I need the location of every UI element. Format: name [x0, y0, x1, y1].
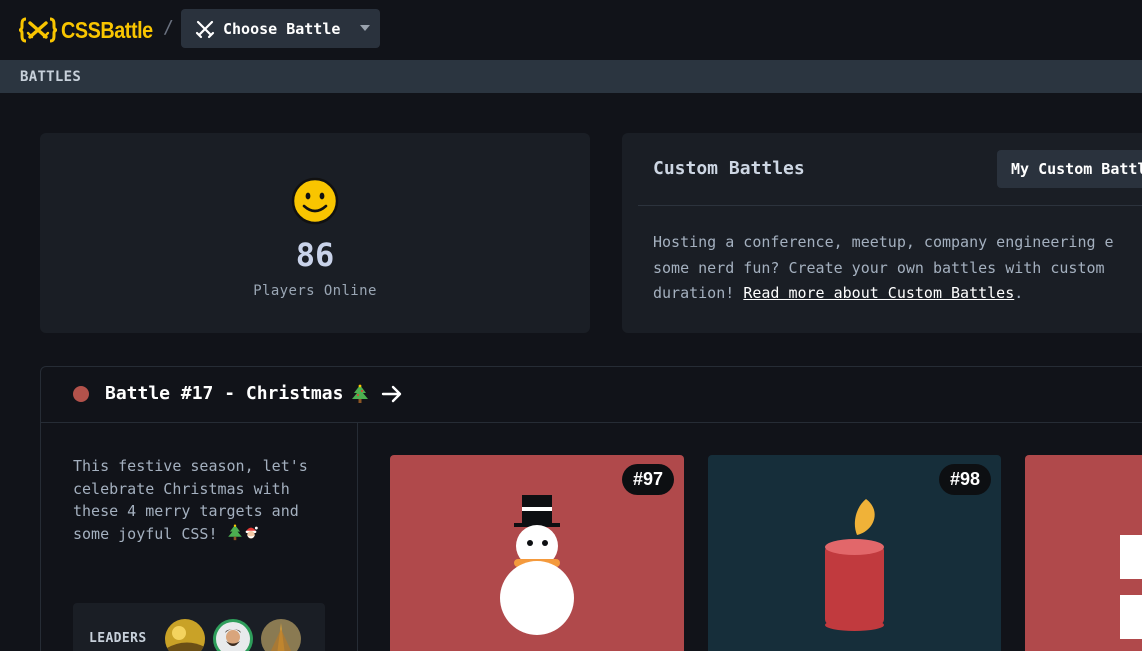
- players-online-count: 86: [295, 236, 335, 274]
- battle-title-link[interactable]: Battle #17 - Christmas: [105, 383, 403, 404]
- divider: [638, 205, 1142, 206]
- smiley-face-icon: [291, 177, 339, 225]
- arrow-right-icon: [382, 385, 402, 402]
- leaders-label: LEADERS: [89, 631, 147, 646]
- avatar[interactable]: [213, 619, 253, 651]
- christmas-tree-icon: [352, 384, 369, 403]
- target-card[interactable]: #97: [390, 455, 684, 651]
- avatar-image: [261, 619, 301, 651]
- section-title: BATTLES: [20, 68, 82, 85]
- avatar[interactable]: [165, 619, 205, 651]
- battle-description-text: This festive season, let's celebrate Chr…: [73, 457, 308, 543]
- target-card[interactable]: #98: [708, 455, 1001, 651]
- christmas-tree-icon: [227, 524, 242, 540]
- players-online-card: [40, 133, 590, 333]
- custom-desc-line-1: Hosting a conference, meetup, company en…: [653, 233, 1114, 251]
- breadcrumb-separator: /: [163, 17, 174, 38]
- logo-text: CSSBattle: [61, 16, 153, 43]
- divider: [41, 422, 1142, 423]
- chevron-down-icon: [360, 25, 370, 31]
- battle-title: Battle #17 - Christmas: [105, 383, 344, 404]
- crossed-swords-icon: [195, 20, 215, 38]
- choose-battle-label: Choose Battle: [223, 19, 341, 38]
- custom-battles-title: Custom Battles: [653, 158, 805, 179]
- target-number-badge: #97: [621, 464, 674, 495]
- avatar[interactable]: [261, 619, 301, 651]
- custom-desc-line-2: some nerd fun? Create your own battles w…: [653, 258, 1105, 277]
- avatar-image: [165, 619, 205, 651]
- santa-icon: [245, 526, 258, 538]
- custom-desc-suffix: .: [1014, 284, 1024, 302]
- battle-description: This festive season, let's celebrate Chr…: [73, 455, 343, 545]
- avatar-image: [213, 619, 253, 651]
- my-custom-battles-button[interactable]: My Custom Battles: [997, 150, 1142, 188]
- custom-desc-prefix: duration!: [653, 284, 744, 302]
- custom-battles-description: Hosting a conference, meetup, company en…: [653, 230, 1142, 307]
- battle-status-dot: [73, 386, 89, 402]
- section-title-bar: BATTLES: [0, 60, 1142, 93]
- choose-battle-button[interactable]: Choose Battle: [181, 9, 380, 48]
- top-bar: CSSBattle / Choose Battle: [0, 0, 1142, 60]
- target-preview-icon: [1120, 535, 1142, 639]
- logo[interactable]: CSSBattle: [19, 14, 168, 46]
- players-online-label: Players Online: [253, 283, 377, 299]
- divider: [357, 423, 358, 651]
- target-number-badge: #98: [938, 464, 991, 495]
- custom-desc-line-3: duration! Read more about Custom Battles…: [653, 281, 1142, 307]
- read-more-custom-battles-link[interactable]: Read more about Custom Battles: [743, 284, 1014, 302]
- logo-icon: [19, 17, 57, 43]
- target-card[interactable]: [1025, 455, 1142, 651]
